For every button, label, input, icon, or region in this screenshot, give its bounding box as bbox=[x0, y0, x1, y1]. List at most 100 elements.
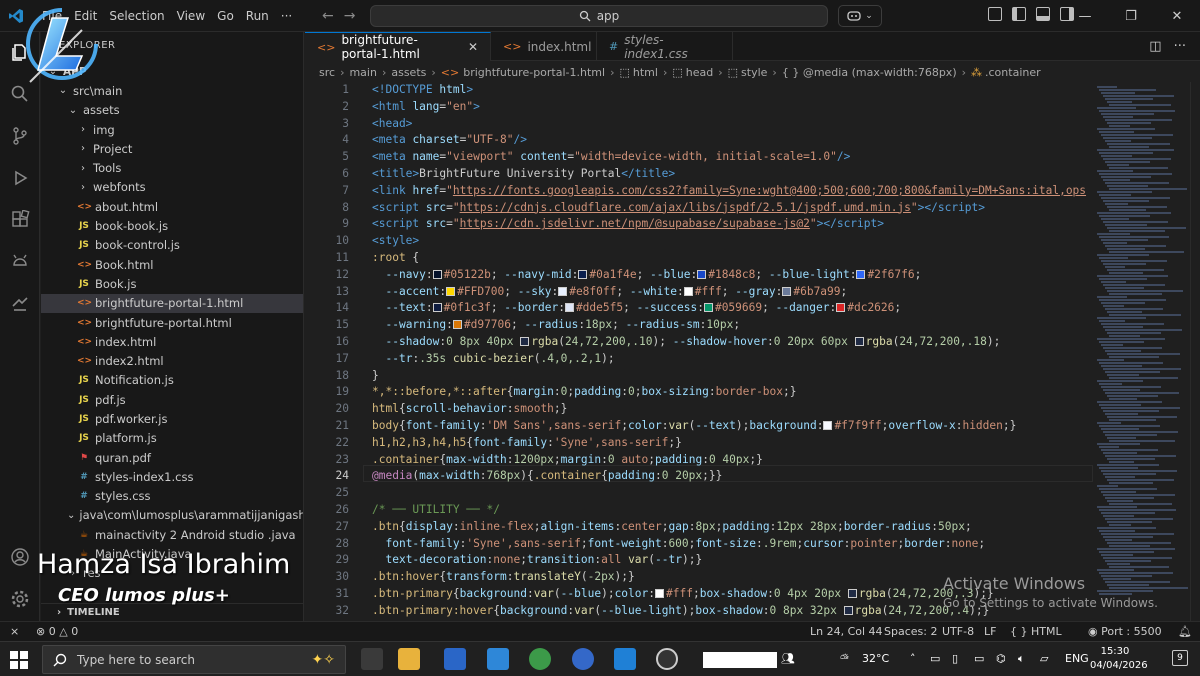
crumb-assets[interactable]: assets bbox=[391, 66, 426, 79]
tree-file[interactable]: JS Book.js bbox=[41, 274, 303, 293]
crumb-style[interactable]: style bbox=[741, 66, 767, 79]
mail-icon[interactable] bbox=[487, 648, 509, 670]
indentation[interactable]: Spaces: 2 bbox=[884, 625, 937, 638]
file-explorer-icon[interactable] bbox=[398, 648, 420, 670]
crumb-head[interactable]: head bbox=[686, 66, 713, 79]
volume-icon[interactable]: 🔈︎ bbox=[1018, 652, 1025, 666]
tree-folder[interactable]: › webfonts bbox=[41, 178, 303, 197]
tree-file[interactable]: <> index.html bbox=[41, 332, 303, 351]
weather-icon[interactable]: ⛅︎ bbox=[840, 652, 849, 666]
color-swatch[interactable] bbox=[655, 589, 664, 598]
color-swatch[interactable] bbox=[703, 303, 713, 313]
color-swatch[interactable] bbox=[558, 286, 568, 296]
tree-file[interactable]: # styles-index1.css bbox=[41, 467, 303, 486]
tree-folder[interactable]: ⌄ assets bbox=[41, 101, 303, 120]
color-swatch[interactable] bbox=[432, 269, 442, 279]
close-tab-icon[interactable]: ✕ bbox=[468, 40, 478, 54]
tray-app-icon[interactable]: ▭ bbox=[974, 652, 984, 665]
store-icon[interactable] bbox=[444, 648, 466, 670]
remote-explorer-icon[interactable] bbox=[8, 292, 32, 316]
back-arrow-icon[interactable]: ← bbox=[322, 8, 334, 24]
crumb-file[interactable]: brightfuture-portal-1.html bbox=[463, 66, 605, 79]
menu-selection[interactable]: Selection bbox=[103, 9, 170, 23]
encoding[interactable]: UTF-8 bbox=[942, 625, 974, 638]
live-server-port[interactable]: ◉ Port : 5500 bbox=[1088, 625, 1162, 638]
cursor-position[interactable]: Ln 24, Col 44 bbox=[810, 625, 883, 638]
copilot-button[interactable]: ⌄ bbox=[838, 5, 882, 27]
code-editor[interactable]: <!DOCTYPE html> <html lang="en"> <head> … bbox=[305, 82, 1095, 621]
split-editor-icon[interactable]: ◫ bbox=[1149, 39, 1161, 54]
settings-gear-icon[interactable] bbox=[8, 587, 32, 611]
crumb-main[interactable]: main bbox=[349, 66, 376, 79]
task-view-icon[interactable] bbox=[361, 648, 383, 670]
color-swatch[interactable] bbox=[697, 269, 707, 279]
menu-view[interactable]: View bbox=[171, 9, 211, 23]
close-icon[interactable]: ✕ bbox=[1154, 0, 1200, 32]
tree-file[interactable]: <> about.html bbox=[41, 197, 303, 216]
tree-file[interactable]: <> brightfuture-portal-1.html bbox=[41, 293, 303, 313]
editor-scrollbar[interactable] bbox=[1190, 82, 1200, 621]
weather-temp[interactable]: 32°C bbox=[862, 652, 889, 665]
remote-icon[interactable]: ⨯ bbox=[10, 625, 19, 638]
tree-file[interactable]: JS book-book.js bbox=[41, 216, 303, 235]
tree-folder[interactable]: ⌄ java\com\lumosplus\arammatijjanigashua bbox=[41, 506, 303, 525]
color-swatch[interactable] bbox=[452, 320, 462, 330]
tree-file[interactable]: <> index2.html bbox=[41, 351, 303, 370]
tree-file[interactable]: JS Notification.js bbox=[41, 371, 303, 390]
restore-icon[interactable]: ❐ bbox=[1108, 0, 1154, 32]
tree-file[interactable]: JS pdf.worker.js bbox=[41, 409, 303, 428]
color-swatch[interactable] bbox=[782, 286, 792, 296]
crumb-media[interactable]: { } @media (max-width:768px) bbox=[782, 66, 957, 79]
language-mode[interactable]: { } HTML bbox=[1010, 625, 1062, 638]
tree-folder[interactable]: › Tools bbox=[41, 158, 303, 177]
taskbar-search[interactable]: Type here to search ✦✧ bbox=[42, 645, 346, 674]
color-swatch[interactable] bbox=[843, 605, 853, 615]
taskbar-clock[interactable]: 15:30 04/04/2026 bbox=[1090, 645, 1148, 673]
android-icon[interactable] bbox=[8, 250, 32, 274]
obs-icon[interactable] bbox=[656, 648, 678, 670]
color-swatch[interactable] bbox=[854, 337, 864, 346]
color-swatch[interactable] bbox=[578, 269, 588, 279]
color-swatch[interactable] bbox=[683, 286, 693, 296]
color-swatch[interactable] bbox=[446, 286, 456, 296]
network-icon[interactable]: ⌬ bbox=[996, 652, 1006, 665]
tab-index[interactable]: <> index.html bbox=[491, 32, 597, 61]
tray-chevron-icon[interactable]: ˄ bbox=[910, 652, 916, 665]
tree-file[interactable]: ⚑ quran.pdf bbox=[41, 448, 303, 467]
forward-arrow-icon[interactable]: → bbox=[344, 8, 356, 24]
crumb-src[interactable]: src bbox=[319, 66, 335, 79]
menu-more-icon[interactable]: ··· bbox=[275, 9, 298, 23]
toggle-sidebar-icon[interactable] bbox=[1012, 7, 1026, 21]
language-indicator[interactable]: ENG bbox=[1065, 652, 1089, 665]
tab-brightfuture-portal-1[interactable]: <> brightfuture-portal-1.html ✕ bbox=[305, 32, 491, 61]
color-swatch[interactable] bbox=[836, 303, 846, 313]
tree-file[interactable]: # styles.css bbox=[41, 487, 303, 506]
battery-icon[interactable]: ▯ bbox=[952, 652, 958, 665]
tree-file[interactable]: JS book-control.js bbox=[41, 236, 303, 255]
tray-app-icon[interactable]: ▭ bbox=[930, 652, 940, 665]
end-of-line[interactable]: LF bbox=[984, 625, 996, 638]
color-swatch[interactable] bbox=[564, 303, 574, 313]
extensions-icon[interactable] bbox=[8, 208, 32, 232]
color-swatch[interactable] bbox=[847, 589, 857, 598]
people-icon[interactable]: 👥︎ bbox=[781, 652, 795, 665]
tree-file[interactable]: <> Book.html bbox=[41, 255, 303, 274]
command-center-search[interactable]: app bbox=[370, 5, 828, 27]
windows-start-icon[interactable] bbox=[10, 651, 28, 669]
tree-folder[interactable]: › Project bbox=[41, 139, 303, 158]
tree-file[interactable]: <> brightfuture-portal.html bbox=[41, 313, 303, 332]
meet-icon[interactable]: ▱ bbox=[1040, 652, 1048, 665]
chrome-icon[interactable] bbox=[529, 648, 551, 670]
color-swatch[interactable] bbox=[856, 269, 866, 279]
tree-file[interactable]: JS platform.js bbox=[41, 429, 303, 448]
customize-layout-icon[interactable] bbox=[988, 7, 1002, 21]
tab-styles-index1[interactable]: # styles-index1.css bbox=[597, 32, 733, 61]
crumb-container[interactable]: .container bbox=[985, 66, 1041, 79]
tree-folder[interactable]: › img bbox=[41, 120, 303, 139]
vscode-taskbar-icon[interactable] bbox=[614, 648, 636, 670]
tree-file[interactable]: JS pdf.js bbox=[41, 390, 303, 409]
account-icon[interactable] bbox=[8, 545, 32, 569]
problems-indicator[interactable]: ⊗ 0 △ 0 bbox=[36, 625, 78, 638]
app-icon[interactable] bbox=[572, 648, 594, 670]
more-actions-icon[interactable]: ··· bbox=[1174, 39, 1186, 54]
